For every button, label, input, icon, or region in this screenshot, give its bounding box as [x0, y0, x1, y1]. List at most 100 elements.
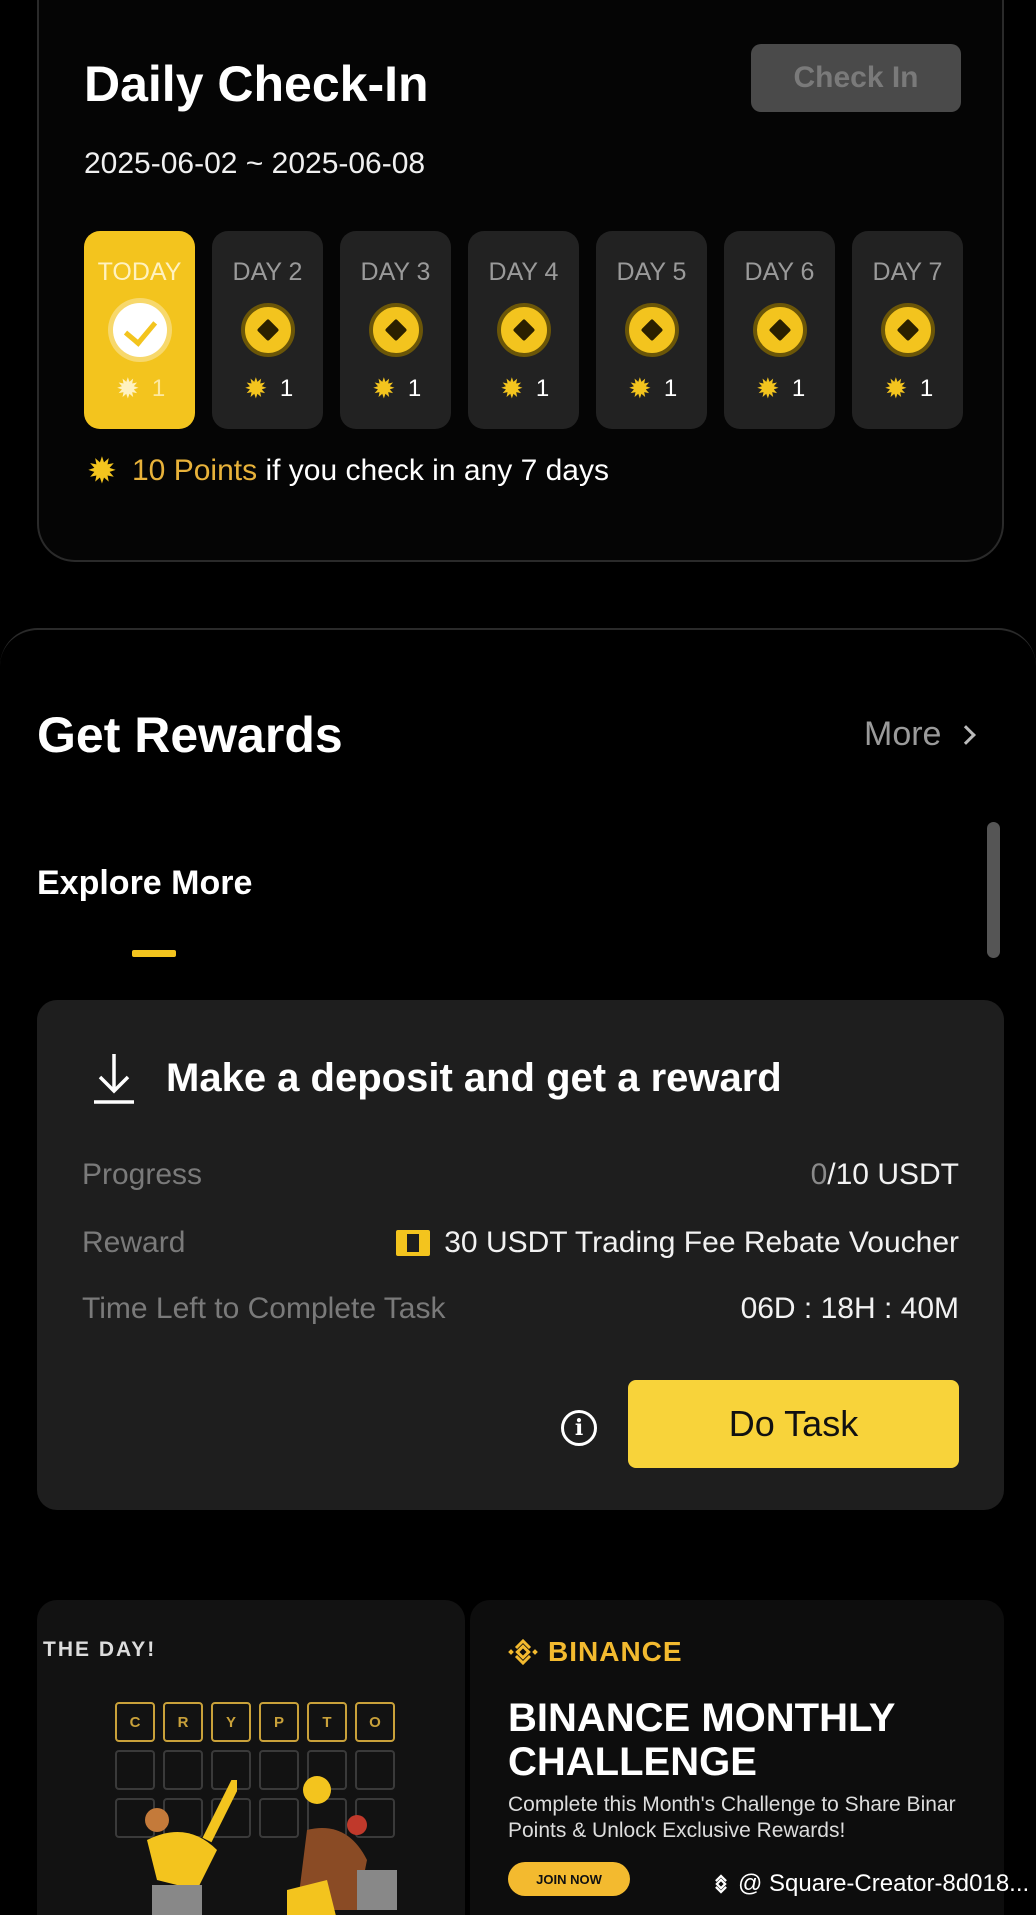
checkin-day-5[interactable]: DAY 5 ✹ 1 — [596, 231, 707, 429]
star-icon: ✹ — [884, 373, 908, 404]
checkin-day-7[interactable]: DAY 7 ✹ 1 — [852, 231, 963, 429]
day-label: DAY 7 — [872, 258, 943, 286]
checkin-day-4[interactable]: DAY 4 ✹ 1 — [468, 231, 579, 429]
time-left-value: 06D : 18H : 40M — [740, 1292, 959, 1325]
download-icon — [92, 1050, 136, 1106]
do-task-button[interactable]: Do Task — [628, 1380, 959, 1468]
day-points: ✹ 1 — [754, 375, 805, 403]
time-left-label: Time Left to Complete Task — [82, 1292, 446, 1325]
info-icon[interactable]: i — [561, 1410, 597, 1446]
chevron-right-icon — [956, 724, 977, 745]
puzzle-letter: O — [355, 1702, 395, 1742]
checkin-title: Daily Check-In — [84, 56, 429, 112]
coin-icon — [624, 303, 679, 357]
coin-icon — [752, 303, 807, 357]
star-icon: ✹ — [372, 373, 396, 404]
star-icon: ✹ — [116, 373, 140, 404]
day-points-value: 1 — [535, 375, 550, 402]
reward-value: 30 USDT Trading Fee Rebate Voucher — [396, 1226, 959, 1260]
coin-icon — [496, 303, 551, 357]
day-label: DAY 5 — [616, 258, 687, 286]
rewards-title: Get Rewards — [37, 707, 343, 763]
promo-banner-binance-challenge[interactable]: BINANCE BINANCE MONTHLY CHALLENGE Comple… — [470, 1600, 1004, 1915]
task-progress-row: Progress 0/10 USDT — [82, 1158, 959, 1192]
tab-active-indicator — [132, 950, 176, 957]
star-icon: ✹ — [628, 373, 652, 404]
more-label: More — [864, 715, 942, 753]
scrollbar[interactable] — [987, 822, 1000, 958]
puzzle-letter: Y — [211, 1702, 251, 1742]
day-points-value: 1 — [407, 375, 422, 402]
banner-description: Complete this Month's Challenge to Share… — [508, 1792, 1004, 1844]
coin-icon — [880, 303, 935, 357]
join-now-button[interactable]: JOIN NOW — [508, 1862, 630, 1896]
day-label: DAY 4 — [488, 258, 559, 286]
puzzle-letter: T — [307, 1702, 347, 1742]
star-icon: ✹ — [500, 373, 524, 404]
star-icon: ✹ — [86, 450, 118, 491]
binance-logo-icon — [508, 1637, 538, 1667]
watermark-text: @ Square-Creator-8d018... — [738, 1870, 1030, 1897]
day-points: ✹ 1 — [498, 375, 549, 403]
banner-title: BINANCE MONTHLY CHALLENGE — [508, 1696, 895, 1784]
bonus-points-line: ✹ 10 Points if you check in any 7 days — [84, 453, 609, 489]
star-icon: ✹ — [244, 373, 268, 404]
day-points: ✹ 1 — [242, 375, 293, 403]
day-points-value: 1 — [151, 375, 166, 402]
banner-title-line: CHALLENGE — [508, 1740, 757, 1784]
person-illustration — [145, 1780, 237, 1915]
reward-label: Reward — [82, 1226, 186, 1259]
check-in-button[interactable]: Check In — [751, 44, 961, 112]
task-reward-row: Reward 30 USDT Trading Fee Rebate Vouche… — [82, 1226, 959, 1260]
progress-label: Progress — [82, 1158, 203, 1191]
checkin-day-3[interactable]: DAY 3 ✹ 1 — [340, 231, 451, 429]
binance-logo-icon — [710, 1873, 732, 1895]
day-points-value: 1 — [791, 375, 806, 402]
creator-watermark: @ Square-Creator-8d018... — [710, 1870, 1029, 1898]
progress-value: 0/10 USDT — [811, 1158, 959, 1192]
coin-icon — [240, 303, 295, 357]
progress-total: /10 USDT — [827, 1158, 959, 1191]
day-label: DAY 3 — [360, 258, 431, 286]
banner-title-line: BINANCE MONTHLY — [508, 1696, 896, 1740]
task-title: Make a deposit and get a reward — [166, 1055, 782, 1100]
deposit-task-card: Make a deposit and get a reward Progress… — [37, 1000, 1004, 1510]
checkin-days: TODAY ✹ 1 DAY 2 ✹ 1 DAY 3 ✹ 1 DAY 4 ✹ 1 … — [84, 231, 963, 429]
banner-desc-line: Points & Unlock Exclusive Rewards! — [508, 1819, 846, 1842]
day-points: ✹ 1 — [626, 375, 677, 403]
day-label: TODAY — [97, 258, 182, 286]
day-label: DAY 2 — [232, 258, 303, 286]
brand-name: BINANCE — [548, 1636, 683, 1667]
day-points: ✹ 1 — [370, 375, 421, 403]
reward-text: 30 USDT Trading Fee Rebate Voucher — [444, 1226, 959, 1259]
day-points-value: 1 — [919, 375, 934, 402]
checkin-day-today[interactable]: TODAY ✹ 1 — [84, 231, 195, 429]
daily-checkin-card: Daily Check-In Check In 2025-06-02 ~ 202… — [37, 0, 1004, 562]
binance-brand: BINANCE — [508, 1636, 683, 1668]
more-link[interactable]: More — [864, 715, 977, 754]
star-icon: ✹ — [756, 373, 780, 404]
coin-icon — [368, 303, 423, 357]
day-points-value: 1 — [279, 375, 294, 402]
person-illustration — [287, 1776, 397, 1915]
puzzle-letter: P — [259, 1702, 299, 1742]
bonus-text: if you check in any 7 days — [265, 454, 609, 487]
banner-heading: THE DAY! — [43, 1638, 157, 1661]
day-label: DAY 6 — [744, 258, 815, 286]
promo-banner-crypto-word[interactable]: THE DAY! C R Y P T O — [37, 1600, 465, 1915]
checkin-day-6[interactable]: DAY 6 ✹ 1 — [724, 231, 835, 429]
checkmark-icon — [112, 303, 167, 357]
progress-current: 0 — [810, 1158, 828, 1191]
task-header: Make a deposit and get a reward — [92, 1050, 782, 1106]
task-time-row: Time Left to Complete Task 06D : 18H : 4… — [82, 1292, 959, 1326]
tab-explore-more[interactable]: Explore More — [37, 864, 252, 903]
get-rewards-section: Get Rewards More Explore More Make a dep… — [0, 628, 1036, 1915]
puzzle-letter: R — [163, 1702, 203, 1742]
day-points: ✹ 1 — [114, 375, 165, 403]
puzzle-letter: C — [115, 1702, 155, 1742]
checkin-day-2[interactable]: DAY 2 ✹ 1 — [212, 231, 323, 429]
day-points-value: 1 — [663, 375, 678, 402]
banner-desc-line: Complete this Month's Challenge to Share… — [508, 1793, 956, 1816]
voucher-icon — [396, 1230, 431, 1256]
checkin-date-range: 2025-06-02 ~ 2025-06-08 — [84, 147, 426, 180]
